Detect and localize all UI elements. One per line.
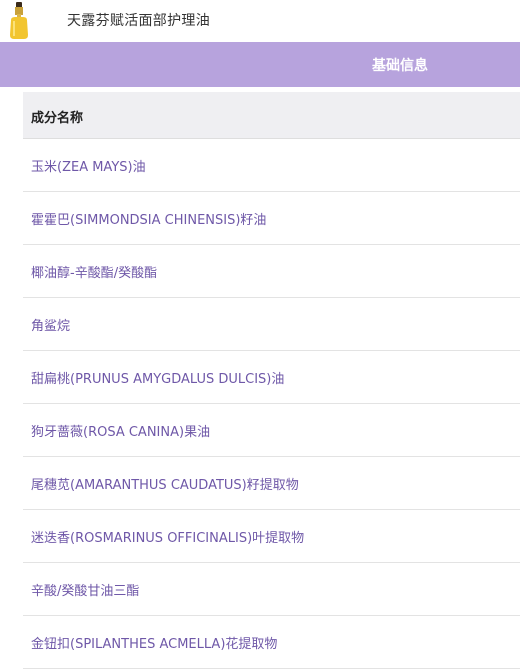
product-header: 天露芬赋活面部护理油 <box>0 0 520 42</box>
table-row[interactable]: 狗牙蔷薇(ROSA CANINA)果油 <box>23 404 520 457</box>
table-row[interactable]: 辛酸/癸酸甘油三酯 <box>23 563 520 616</box>
product-title: 天露芬赋活面部护理油 <box>67 13 210 29</box>
tab-bar: 基础信息 <box>0 42 520 87</box>
table-row[interactable]: 金钮扣(SPILANTHES ACMELLA)花提取物 <box>23 616 520 669</box>
ingredient-name: 角鲨烷 <box>31 319 71 334</box>
table-row[interactable]: 迷迭香(ROSMARINUS OFFICINALIS)叶提取物 <box>23 510 520 563</box>
table-row[interactable]: 霍霍巴(SIMMONDSIA CHINENSIS)籽油 <box>23 192 520 245</box>
ingredient-name: 辛酸/癸酸甘油三酯 <box>31 584 140 599</box>
table-header-row: 成分名称 <box>23 92 520 139</box>
ingredient-name: 迷迭香(ROSMARINUS OFFICINALIS)叶提取物 <box>31 531 305 546</box>
oil-dropper-bottle-icon <box>10 2 28 39</box>
column-header-ingredient-name: 成分名称 <box>31 111 84 126</box>
table-row[interactable]: 角鲨烷 <box>23 298 520 351</box>
tab-basic-info[interactable]: 基础信息 <box>372 55 428 75</box>
table-row[interactable]: 椰油醇-辛酸酯/癸酸酯 <box>23 245 520 298</box>
ingredient-name: 霍霍巴(SIMMONDSIA CHINENSIS)籽油 <box>31 213 267 228</box>
table-row[interactable]: 尾穗苋(AMARANTHUS CAUDATUS)籽提取物 <box>23 457 520 510</box>
ingredient-name: 狗牙蔷薇(ROSA CANINA)果油 <box>31 425 211 440</box>
ingredients-table: 成分名称 玉米(ZEA MAYS)油 霍霍巴(SIMMONDSIA CHINEN… <box>23 92 520 669</box>
table-row[interactable]: 玉米(ZEA MAYS)油 <box>23 139 520 192</box>
ingredient-name: 玉米(ZEA MAYS)油 <box>31 160 146 175</box>
ingredient-name: 尾穗苋(AMARANTHUS CAUDATUS)籽提取物 <box>31 478 299 493</box>
ingredient-name: 金钮扣(SPILANTHES ACMELLA)花提取物 <box>31 637 278 652</box>
table-row[interactable]: 甜扁桃(PRUNUS AMYGDALUS DULCIS)油 <box>23 351 520 404</box>
ingredient-name: 甜扁桃(PRUNUS AMYGDALUS DULCIS)油 <box>31 372 285 387</box>
ingredient-name: 椰油醇-辛酸酯/癸酸酯 <box>31 266 158 281</box>
